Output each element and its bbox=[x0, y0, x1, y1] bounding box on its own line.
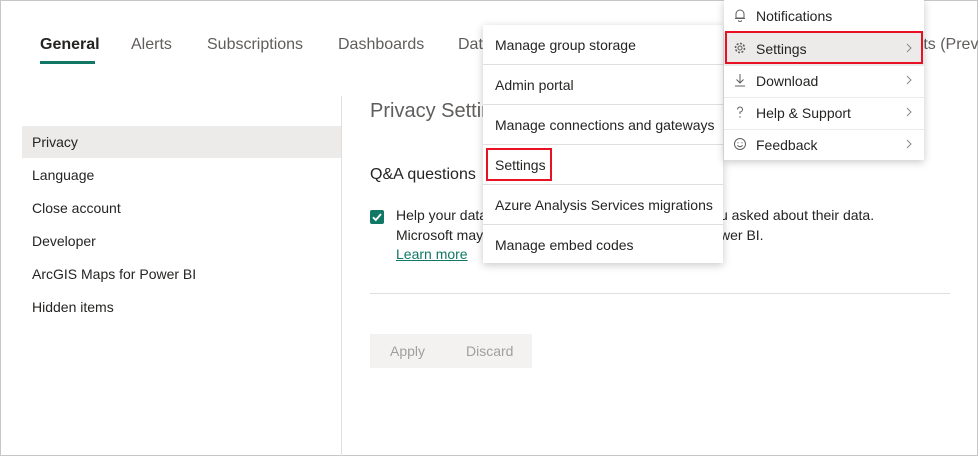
download-icon bbox=[735, 74, 745, 87]
menu-item-manage-connections[interactable]: Manage connections and gateways bbox=[483, 105, 723, 145]
qa-description-line2-end: wer BI. bbox=[720, 227, 764, 243]
menu-item-admin-portal[interactable]: Admin portal bbox=[483, 65, 723, 105]
section-title: Q&A questions bbox=[370, 166, 476, 183]
sidebar-item-language[interactable]: Language bbox=[22, 159, 341, 191]
menu-item-label: Feedback bbox=[756, 137, 818, 153]
menu-item-feedback[interactable]: Feedback bbox=[724, 129, 924, 161]
tab-reports-partial[interactable]: rts (Prev bbox=[918, 36, 978, 54]
settings-highlight-box bbox=[486, 148, 552, 181]
settings-menu: Notifications Settings Download Help & S… bbox=[724, 0, 924, 160]
tab-dashboards[interactable]: Dashboards bbox=[338, 36, 424, 54]
sidebar-item-developer[interactable]: Developer bbox=[22, 225, 341, 257]
page-title: Privacy Settin bbox=[370, 100, 493, 122]
menu-item-label: Help & Support bbox=[756, 105, 851, 121]
menu-item-notifications[interactable]: Notifications bbox=[724, 0, 924, 32]
tab-general[interactable]: General bbox=[40, 36, 100, 54]
smiley-icon bbox=[734, 138, 746, 150]
qa-checkbox[interactable] bbox=[370, 210, 384, 224]
admin-submenu: Manage group storage Admin portal Manage… bbox=[483, 25, 723, 263]
tab-subscriptions[interactable]: Subscriptions bbox=[207, 36, 303, 54]
menu-item-label: Notifications bbox=[756, 8, 833, 24]
qa-description-line1: Help your data bbox=[396, 207, 488, 223]
menu-item-manage-group-storage[interactable]: Manage group storage bbox=[483, 25, 723, 65]
settings-menu-highlight-box bbox=[725, 31, 923, 64]
tab-alerts[interactable]: Alerts bbox=[131, 36, 172, 54]
qa-description-line1-end: u asked about their data. bbox=[720, 207, 875, 223]
question-icon bbox=[737, 106, 743, 118]
active-tab-indicator bbox=[40, 61, 95, 64]
sidebar-item-hidden-items[interactable]: Hidden items bbox=[22, 291, 341, 323]
discard-button[interactable]: Discard bbox=[466, 334, 513, 368]
tab-datasets-partial[interactable]: Dat bbox=[458, 36, 483, 54]
sidebar-item-close-account[interactable]: Close account bbox=[22, 192, 341, 224]
menu-item-download[interactable]: Download bbox=[724, 65, 924, 97]
sidebar-item-arcgis-maps[interactable]: ArcGIS Maps for Power BI bbox=[22, 258, 341, 290]
apply-button[interactable]: Apply bbox=[390, 334, 425, 368]
menu-item-azure-analysis-migrations[interactable]: Azure Analysis Services migrations bbox=[483, 185, 723, 225]
bell-icon bbox=[735, 9, 745, 22]
chevron-right-icon bbox=[906, 107, 912, 117]
action-bar: Apply Discard bbox=[370, 334, 532, 368]
checkmark-icon bbox=[372, 213, 382, 222]
content-divider bbox=[370, 293, 950, 294]
sidebar-item-privacy[interactable]: Privacy bbox=[22, 126, 341, 158]
learn-more-link[interactable]: Learn more bbox=[396, 246, 468, 262]
qa-description-line2: Microsoft may bbox=[396, 227, 484, 243]
chevron-right-icon bbox=[906, 75, 912, 85]
menu-item-label: Download bbox=[756, 73, 819, 89]
menu-item-manage-embed-codes[interactable]: Manage embed codes bbox=[483, 225, 723, 265]
chevron-right-icon bbox=[906, 139, 912, 149]
menu-item-help-support[interactable]: Help & Support bbox=[724, 97, 924, 129]
sidebar-divider bbox=[341, 96, 342, 456]
